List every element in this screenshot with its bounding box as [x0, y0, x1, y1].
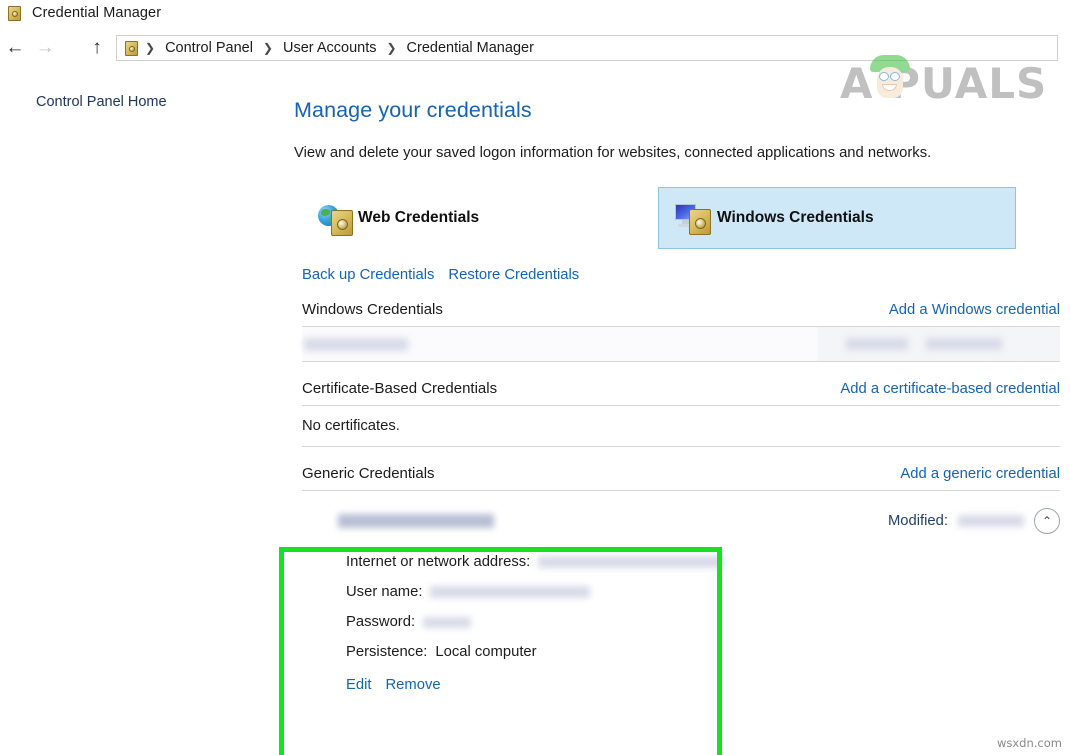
site-watermark: wsxdn.com — [997, 736, 1062, 750]
add-certificate-based-credential-link[interactable]: Add a certificate-based credential — [840, 381, 1060, 397]
tab-windows-credentials-label: Windows Credentials — [717, 209, 874, 227]
redacted-password-value — [423, 617, 471, 628]
page-subtitle: View and delete your saved logon informa… — [294, 145, 1060, 161]
detail-label: Persistence: — [346, 644, 427, 660]
breadcrumb-separator: ❯ — [142, 41, 158, 55]
address-bar-vault-icon — [123, 40, 140, 57]
credential-type-tabs: Web Credentials Windows Credentials — [294, 187, 1060, 249]
generic-credential-entry: Modified: ⌃ Internet or network address:… — [302, 491, 1060, 693]
breadcrumb-separator: ❯ — [383, 41, 399, 55]
back-button[interactable]: ← — [0, 33, 30, 63]
up-one-level-button[interactable]: ↑ — [82, 33, 112, 63]
breadcrumb-separator: ❯ — [260, 41, 276, 55]
section-windows-credentials: Windows Credentials Add a Windows creden… — [294, 301, 1060, 362]
sidebar-item-control-panel-home[interactable]: Control Panel Home — [0, 88, 280, 116]
add-generic-credential-link[interactable]: Add a generic credential — [900, 466, 1060, 482]
generic-credential-details: Internet or network address: User name: … — [302, 541, 1060, 667]
detail-persistence-value: Local computer — [435, 644, 536, 660]
section-title-certificate-based: Certificate-Based Credentials — [302, 380, 497, 397]
detail-password: Password: — [346, 607, 1060, 637]
section-header: Generic Credentials Add a generic creden… — [302, 465, 1060, 490]
recent-locations-button[interactable]: ⱟ — [60, 33, 82, 63]
section-title-generic-credentials: Generic Credentials — [302, 465, 435, 482]
redacted-modified-date — [958, 515, 1024, 527]
window-title: Credential Manager — [32, 5, 161, 21]
sidebar: Control Panel Home — [0, 88, 280, 748]
monitor-vault-icon — [675, 203, 707, 233]
globe-vault-icon — [318, 203, 348, 233]
detail-label: Internet or network address: — [346, 554, 530, 570]
section-generic-credentials: Generic Credentials Add a generic creden… — [294, 465, 1060, 693]
detail-label: Password: — [346, 614, 415, 630]
section-header: Windows Credentials Add a Windows creden… — [302, 301, 1060, 326]
section-certificate-based-credentials: Certificate-Based Credentials Add a cert… — [294, 380, 1060, 447]
navigation-bar: ← → ⱟ ↑ ❯ Control Panel ❯ User Accounts … — [0, 30, 1070, 66]
section-header: Certificate-Based Credentials Add a cert… — [302, 380, 1060, 405]
chevron-up-icon[interactable]: ⌃ — [1034, 508, 1060, 534]
tab-windows-credentials[interactable]: Windows Credentials — [658, 187, 1016, 249]
breadcrumb-item-user-accounts[interactable]: User Accounts — [278, 40, 382, 56]
credential-vault-icon — [6, 5, 23, 22]
generic-credential-summary[interactable]: Modified: ⌃ — [302, 501, 1060, 541]
edit-credential-link[interactable]: Edit — [346, 677, 372, 693]
tab-web-credentials[interactable]: Web Credentials — [302, 187, 495, 249]
main-content: Manage your credentials View and delete … — [294, 98, 1060, 693]
tab-web-credentials-label: Web Credentials — [358, 209, 479, 227]
remove-credential-link[interactable]: Remove — [386, 677, 441, 693]
divider — [302, 361, 1060, 362]
detail-internet-or-network-address: Internet or network address: — [346, 547, 1060, 577]
add-windows-credential-link[interactable]: Add a Windows credential — [889, 302, 1060, 318]
window-titlebar: Credential Manager — [0, 0, 1070, 26]
redacted-credential-date — [926, 338, 1002, 350]
back-up-credentials-link[interactable]: Back up Credentials — [302, 267, 434, 283]
breadcrumb-item-control-panel[interactable]: Control Panel — [160, 40, 258, 56]
redacted-user-name-value — [430, 586, 590, 598]
credential-backup-links: Back up Credentials Restore Credentials — [294, 267, 1060, 283]
page-title: Manage your credentials — [294, 98, 1060, 123]
credential-manager-window: Credential Manager ← → ⱟ ↑ ❯ Control Pan… — [0, 0, 1070, 755]
section-title-windows-credentials: Windows Credentials — [302, 301, 443, 318]
detail-persistence: Persistence: Local computer — [346, 637, 1060, 667]
generic-credential-actions: Edit Remove — [302, 667, 1060, 693]
redacted-credential-meta — [846, 338, 908, 350]
redacted-generic-credential-name — [338, 514, 494, 528]
forward-button[interactable]: → — [30, 33, 60, 63]
breadcrumb-item-credential-manager[interactable]: Credential Manager — [402, 40, 539, 56]
windows-credential-row[interactable] — [302, 327, 1060, 361]
redacted-credential-name — [304, 338, 408, 351]
detail-user-name: User name: — [346, 577, 1060, 607]
modified-group: Modified: ⌃ — [888, 508, 1060, 534]
modified-label: Modified: — [888, 513, 948, 529]
divider — [302, 446, 1060, 447]
restore-credentials-link[interactable]: Restore Credentials — [448, 267, 579, 283]
no-certificates-text: No certificates. — [302, 406, 1060, 446]
redacted-address-value — [538, 556, 724, 568]
breadcrumb[interactable]: ❯ Control Panel ❯ User Accounts ❯ Creden… — [116, 35, 1058, 61]
detail-label: User name: — [346, 584, 422, 600]
